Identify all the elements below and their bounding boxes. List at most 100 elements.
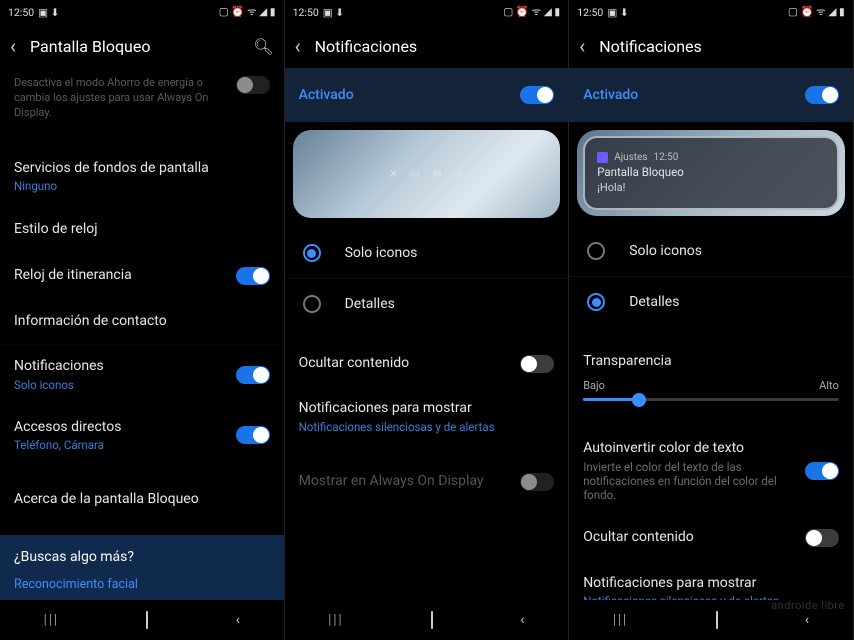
nav-back[interactable]: ‹: [236, 612, 240, 628]
notifications-label: Notificaciones: [14, 358, 226, 376]
header: ‹ Pantalla Bloqueo 🔍︎: [0, 24, 284, 68]
status-right-icons: ▢ ⏰ ᯤ ◢ ▮: [503, 5, 560, 19]
preview-lock-icon: ▯: [452, 167, 466, 181]
autoinvert-sub: Invierte el color del texto de las notif…: [583, 460, 795, 502]
hide-content-row[interactable]: Ocultar contenido: [285, 341, 569, 387]
nav-recents[interactable]: |||: [328, 612, 343, 628]
aod-toggle: [236, 76, 270, 94]
roaming-clock-toggle[interactable]: [236, 267, 270, 285]
activado-toggle[interactable]: [805, 86, 839, 104]
autoinvert-toggle[interactable]: [805, 462, 839, 480]
lockscreen-preview: ✕ ▭ ✉ ▯: [293, 130, 561, 218]
notifications-row[interactable]: Notificaciones Solo iconos: [0, 345, 284, 406]
radio-details-row[interactable]: Detalles: [569, 276, 853, 327]
preview-icon-row: ✕ ▭ ✉ ▯: [386, 167, 466, 181]
aod-disabled-note: Desactiva el modo Ahorro de energía o ca…: [0, 68, 284, 135]
status-left-icons: ▣ ⬇: [607, 6, 628, 19]
status-bar: 12:50▣ ⬇ ▢ ⏰ ᯤ ◢ ▮: [285, 0, 569, 24]
roaming-clock-row[interactable]: Reloj de itinerancia: [0, 253, 284, 299]
autoinvert-label: Autoinvertir color de texto: [583, 440, 795, 458]
activado-label: Activado: [299, 87, 354, 103]
activado-toggle[interactable]: [520, 86, 554, 104]
show-on-aod-toggle: [520, 473, 554, 491]
preview-line1: Pantalla Bloqueo: [597, 165, 825, 179]
notifications-sub: Solo iconos: [14, 378, 226, 392]
radio-icons-only[interactable]: [303, 244, 321, 262]
transparency-section: Transparencia Bajo Alto: [569, 339, 853, 421]
hide-content-toggle[interactable]: [520, 355, 554, 373]
activado-row[interactable]: Activado: [569, 68, 853, 122]
nav-bar: ||| ‹: [285, 600, 569, 640]
about-lockscreen-row[interactable]: Acerca de la pantalla Bloqueo: [0, 477, 284, 523]
transparency-slider[interactable]: [583, 398, 839, 401]
hide-content-row[interactable]: Ocultar contenido: [569, 516, 853, 562]
back-icon[interactable]: ‹: [579, 34, 585, 58]
page-title: Notificaciones: [315, 37, 559, 56]
radio-details[interactable]: [303, 295, 321, 313]
nav-back[interactable]: ‹: [520, 612, 524, 628]
notifications-to-show-row[interactable]: Notificaciones para mostrar Notificacion…: [285, 387, 569, 447]
to-show-label: Notificaciones para mostrar: [299, 400, 545, 418]
status-right-icons: ▢ ⏰ ᯤ ◢ ▮: [788, 5, 845, 19]
nav-bar: ||| ‹: [0, 600, 284, 640]
radio-details-label: Detalles: [345, 296, 395, 312]
clock-style-row[interactable]: Estilo de reloj: [0, 207, 284, 253]
slider-thumb[interactable]: [632, 393, 646, 407]
radio-details-row[interactable]: Detalles: [285, 278, 569, 329]
search-icon[interactable]: 🔍︎: [253, 37, 273, 56]
nav-back[interactable]: ‹: [805, 612, 809, 628]
clock: 12:50: [577, 6, 603, 19]
link-face-recognition[interactable]: Reconocimiento facial: [14, 577, 270, 592]
header: ‹ Notificaciones: [569, 24, 853, 68]
radio-icons-only-row[interactable]: Solo iconos: [569, 226, 853, 276]
to-show-label: Notificaciones para mostrar: [583, 575, 829, 593]
back-icon[interactable]: ‹: [10, 34, 16, 58]
show-on-aod-label: Mostrar en Always On Display: [299, 473, 511, 491]
show-on-aod-row: Mostrar en Always On Display: [285, 459, 569, 505]
autoinvert-row[interactable]: Autoinvertir color de texto Invierte el …: [569, 427, 853, 516]
radio-icons-only[interactable]: [587, 242, 605, 260]
radio-details[interactable]: [587, 293, 605, 311]
page-title: Notificaciones: [599, 37, 843, 56]
preview-missedcall-icon: ✕: [386, 167, 400, 181]
wallpaper-sub: Ninguno: [14, 179, 260, 193]
screenshot-notifications-details: 12:50 ▣ ⬇ ▢ ⏰ ᯤ ◢ ▮ ‹ Notificaciones Acti…: [569, 0, 854, 640]
back-icon[interactable]: ‹: [295, 34, 301, 58]
roaming-clock-label: Reloj de itinerancia: [14, 267, 226, 285]
clock: 12:50: [8, 6, 34, 19]
status-bar: 12:50 ▣ ⬇ ▢ ⏰ ᯤ ◢ ▮: [569, 0, 853, 24]
contact-info-row[interactable]: Información de contacto: [0, 299, 284, 345]
radio-icons-only-label: Solo iconos: [629, 243, 702, 259]
activado-row[interactable]: Activado: [285, 68, 569, 122]
status-bar: 12:50 ▣ ⬇ ▢ ⏰ ᯤ ◢ ▮: [0, 0, 284, 24]
notifications-toggle[interactable]: [236, 366, 270, 384]
shortcuts-toggle[interactable]: [236, 426, 270, 444]
preview-line2: ¡Hola!: [597, 181, 825, 194]
page-title: Pantalla Bloqueo: [30, 37, 239, 56]
status-left-icons: ▣ ⬇: [38, 6, 59, 19]
preview-app-name: Ajustes: [614, 152, 647, 163]
nav-home[interactable]: [146, 612, 148, 628]
nav-bar: ||| ‹: [569, 600, 853, 640]
shortcuts-sub: Teléfono, Cámara: [14, 438, 226, 452]
clock-style-label: Estilo de reloj: [14, 221, 260, 239]
hide-content-toggle[interactable]: [805, 529, 839, 547]
preview-notification-card: Ajustes 12:50 Pantalla Bloqueo ¡Hola!: [583, 136, 839, 210]
slider-high: Alto: [819, 379, 839, 392]
nav-home[interactable]: [431, 612, 433, 628]
lockscreen-preview: Ajustes 12:50 Pantalla Bloqueo ¡Hola!: [577, 130, 845, 216]
nav-recents[interactable]: |||: [44, 612, 59, 628]
status-right-icons: ▢ ⏰ ᯤ ◢ ▮: [219, 5, 276, 19]
transparency-label: Transparencia: [583, 353, 839, 369]
contact-info-label: Información de contacto: [14, 313, 260, 331]
activado-label: Activado: [583, 87, 638, 103]
slider-low: Bajo: [583, 379, 605, 392]
nav-recents[interactable]: |||: [613, 612, 628, 628]
preview-message-icon: ▭: [408, 167, 422, 181]
wallpaper-services-row[interactable]: Servicios de fondos de pantalla Ninguno: [0, 147, 284, 208]
notifications-to-show-row[interactable]: Notificaciones para mostrar Notificacion…: [569, 562, 853, 601]
aod-desc-text: Desactiva el modo Ahorro de energía o ca…: [14, 76, 214, 121]
nav-home[interactable]: [716, 612, 718, 628]
shortcuts-row[interactable]: Accesos directos Teléfono, Cámara: [0, 406, 284, 466]
radio-icons-only-row[interactable]: Solo iconos: [285, 228, 569, 278]
